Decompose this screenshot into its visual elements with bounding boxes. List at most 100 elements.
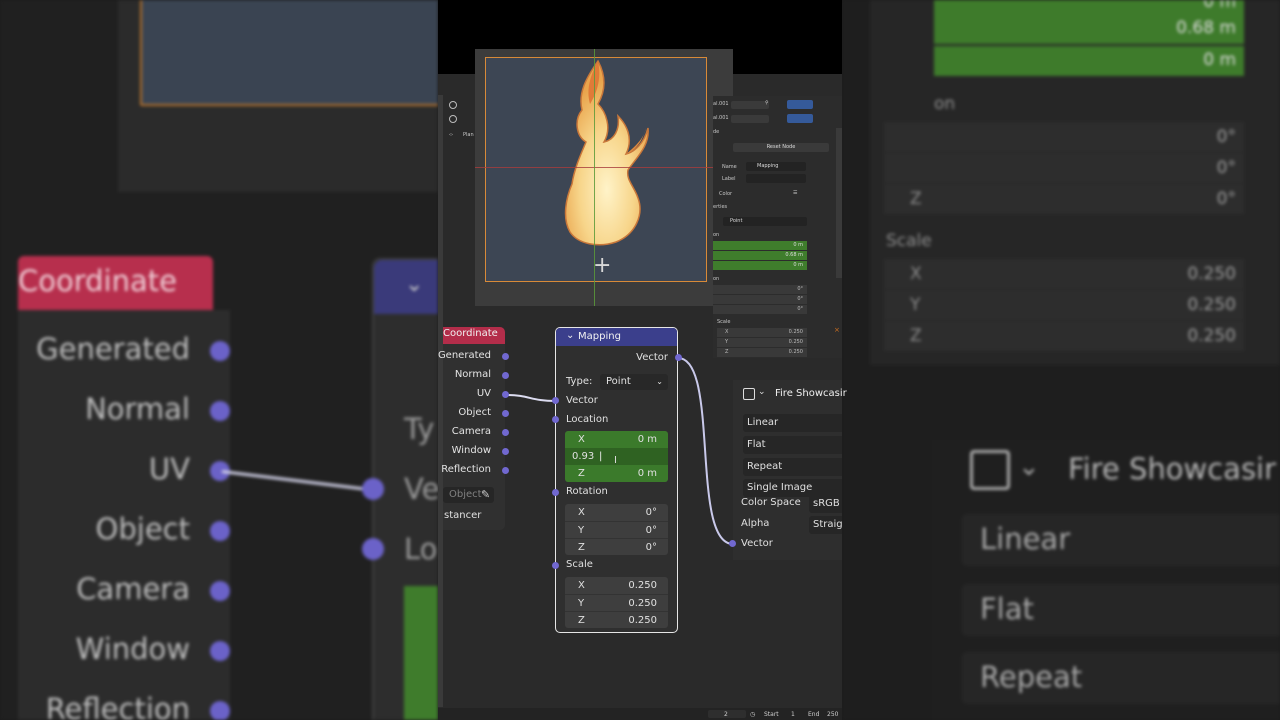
socket-label-object: Object [458, 407, 491, 418]
list-icon[interactable]: ☰ [793, 190, 797, 196]
bg-location-field: 0.68 m [934, 14, 1244, 44]
plane-object [485, 57, 707, 282]
socket-normal[interactable] [502, 372, 509, 379]
expand-icon[interactable]: ‹› [449, 132, 453, 138]
end-value[interactable]: 250 [827, 711, 838, 718]
location-z-field[interactable]: 0 m [713, 261, 807, 270]
label-field[interactable] [746, 174, 806, 183]
location-x-field[interactable]: 0 m [713, 241, 807, 250]
location-y-field[interactable]: 0.68 m [713, 251, 807, 260]
rotation-y-field[interactable]: Y 0° [565, 521, 668, 538]
clock-icon[interactable]: ◷ [750, 711, 755, 718]
output-vector-label: Vector [636, 352, 668, 363]
bg-image-name: Fire Showcasir [1068, 452, 1277, 486]
location-z-field[interactable]: Z0 m [565, 465, 668, 482]
bg-rotation-label: on [934, 94, 956, 114]
reset-node-button[interactable]: Reset Node [733, 143, 829, 152]
socket-input-vector[interactable] [552, 397, 559, 404]
socket-generated[interactable] [502, 353, 509, 360]
texcoord-node-title: Coordinate [443, 328, 498, 339]
bg-socket: Normal [0, 392, 230, 426]
interpolation-select[interactable]: Linear [743, 414, 842, 432]
scale-y-field[interactable]: Y 0.250 [565, 594, 668, 611]
socket-camera[interactable] [502, 429, 509, 436]
texcoord-node-header[interactable]: Coordinate [443, 327, 505, 344]
scale-x-field[interactable]: X 0.250 [717, 328, 807, 337]
socket-reflection[interactable] [502, 467, 509, 474]
scene-icon[interactable] [449, 101, 457, 109]
socket-image-vector[interactable] [729, 540, 736, 547]
start-value[interactable]: 1 [791, 711, 795, 718]
bg-socket: Window [0, 632, 230, 666]
location-x-field[interactable]: X0 m [565, 431, 668, 448]
scale-z-field[interactable]: Z 0.250 [565, 611, 668, 628]
scale-x-field[interactable]: X 0.250 [565, 577, 668, 594]
vector-input-label: Vector [566, 395, 598, 406]
image-chevron-down-icon[interactable]: ⌄ [758, 387, 766, 397]
image-icon[interactable] [743, 388, 755, 400]
bg-rotation-row: 0° [884, 122, 1244, 152]
type-select[interactable]: Point ⌄ [600, 374, 668, 390]
mapping-node-header[interactable]: ⌄ Mapping [556, 328, 677, 346]
bg-side-label: Ty [404, 412, 435, 446]
label-label: Label [722, 176, 736, 182]
color-space-select[interactable]: sRGB [809, 495, 842, 513]
image-name[interactable]: Fire Showcasir [775, 388, 847, 399]
material-slot-name: al.001 [713, 101, 729, 107]
socket-input-location[interactable] [552, 416, 559, 423]
material-buttons-2[interactable] [731, 115, 769, 123]
alpha-label: Alpha [741, 518, 770, 529]
bg-green-field [404, 586, 438, 720]
name-field[interactable]: Mapping [746, 162, 806, 171]
socket-object[interactable] [502, 410, 509, 417]
socket-output-vector[interactable] [675, 354, 682, 361]
timeline-bar: 2 ◷ Start 1 End 250 [438, 708, 842, 720]
socket-label-window: Window [451, 445, 491, 456]
pin-icon[interactable]: ⚲ [765, 100, 769, 106]
bg-socket: Generated [0, 332, 230, 366]
socket-label-uv: UV [476, 388, 491, 399]
collapse-chevron-icon[interactable]: ⌄ [566, 330, 574, 341]
rotation-x-field[interactable]: 0° [713, 285, 807, 294]
view-toggle[interactable] [787, 100, 813, 109]
mapping-node[interactable]: ⌄ Mapping Vector Type: Point ⌄ Vector Loc… [555, 327, 678, 633]
socket-input-scale[interactable] [552, 562, 559, 569]
outliner-header: ‹› Plan [443, 96, 479, 146]
socket-input-rotation[interactable] [552, 489, 559, 496]
current-frame: 2 [724, 711, 728, 718]
viewport-preview[interactable]: + [475, 49, 733, 306]
view-layer-icon[interactable] [449, 115, 457, 123]
location-label: Location [566, 414, 609, 425]
end-label: End [808, 711, 820, 718]
bg-location-field: 0 m [934, 46, 1244, 76]
rotation-y-field[interactable]: 0° [713, 295, 807, 304]
extension-select[interactable]: Repeat [743, 458, 842, 476]
bg-wire [221, 470, 381, 493]
rotation-z-field[interactable]: Z 0° [565, 538, 668, 555]
close-icon[interactable]: × [834, 326, 840, 334]
node-properties-panel: al.001 al.001 ⚲ de Reset Node Name Mappi… [713, 96, 842, 358]
cursor-crosshair-icon: + [593, 253, 612, 278]
bg-side-label: Lo [404, 532, 438, 566]
bg-image-icon [970, 450, 1010, 490]
scale-z-field[interactable]: Z 0.250 [717, 348, 807, 357]
view-toggle-2[interactable] [787, 114, 813, 123]
image-texture-node[interactable]: Linear Flat Repeat Single Image Color Sp… [733, 380, 842, 560]
screen: Coordinate Generated Normal UV Object Ca… [0, 0, 1280, 720]
eyedropper-icon[interactable]: ✎ [481, 488, 490, 501]
bg-texcoord-title: Coordinate [18, 264, 177, 298]
socket-window[interactable] [502, 448, 509, 455]
rotation-z-field[interactable]: 0° [713, 305, 807, 314]
type-select[interactable]: Point [723, 217, 807, 226]
rotation-x-field[interactable]: X 0° [565, 504, 668, 521]
socket-uv[interactable] [502, 391, 509, 398]
scale-y-field[interactable]: Y 0.250 [717, 338, 807, 347]
material-slot-name-2: al.001 [713, 115, 729, 121]
material-buttons[interactable] [731, 101, 769, 109]
sidebar-tabs[interactable] [836, 128, 842, 278]
socket-label-normal: Normal [454, 369, 491, 380]
alpha-select[interactable]: Straig [809, 516, 842, 534]
instancer-label: stancer [444, 510, 482, 521]
fire-texture-image [564, 59, 649, 246]
projection-select[interactable]: Flat [743, 436, 842, 454]
